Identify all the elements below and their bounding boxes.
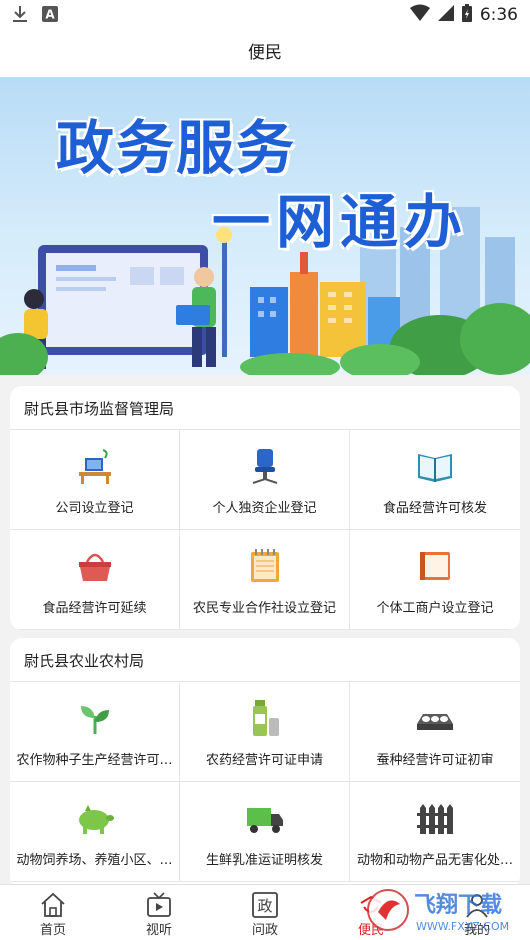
tab-home[interactable]: 首页: [0, 885, 106, 940]
tab-wenzheng[interactable]: 政 问政: [212, 885, 318, 940]
seedling-icon: [80, 706, 109, 734]
service-grid: 公司设立登记 个人独资企业登记 食品经营许可核发 食品经营许可延续 农民专业合作…: [10, 430, 520, 630]
service-item-label: 农作物种子生产经营许可…: [16, 753, 173, 768]
section-agriculture: 尉氏县农业农村局 农作物种子生产经营许可… 农药经营许可证申请 蚕种经营许可证初…: [10, 638, 520, 888]
banner-image[interactable]: 政务服务 一网通办: [0, 77, 530, 375]
office-chair-icon: [252, 449, 277, 484]
tab-label: 问政: [251, 923, 278, 938]
pig-icon: [78, 805, 114, 834]
service-item-food-license-issue[interactable]: 食品经营许可核发: [350, 430, 520, 530]
a-badge-icon: A: [42, 6, 58, 26]
service-item-label: 食品经营许可核发: [382, 501, 487, 516]
section-market-supervision: 尉氏县市场监督管理局 公司设立登记 个人独资企业登记 食品经营许可核发 食品经营…: [10, 386, 520, 630]
notepad-icon: [250, 549, 279, 582]
section-title: 尉氏县市场监督管理局: [10, 386, 520, 430]
wenzheng-icon: 政: [252, 892, 278, 918]
service-item-label: 公司设立登记: [55, 501, 134, 516]
page-title: 便民: [248, 43, 282, 63]
banner-title-line2: 一网通办: [212, 188, 469, 256]
download-icon: [12, 5, 28, 27]
service-item-label: 动物和动物产品无害化处…: [356, 853, 513, 868]
watermark-text-en: WWW.FXXZ.COM: [416, 920, 509, 933]
service-grid: 农作物种子生产经营许可… 农药经营许可证申请 蚕种经营许可证初审 动物饲养场、养…: [10, 682, 520, 882]
service-item-seed-license[interactable]: 农作物种子生产经营许可…: [10, 682, 180, 782]
pesticide-bottle-icon: [252, 700, 279, 736]
service-item-label: 生鲜乳准运证明核发: [205, 853, 323, 868]
tab-label: 首页: [39, 923, 66, 938]
service-item-company-registration[interactable]: 公司设立登记: [10, 430, 180, 530]
service-item-pesticide-license[interactable]: 农药经营许可证申请: [180, 682, 350, 782]
watermark-text-cn: 飞翔下载: [414, 892, 502, 918]
fence-icon: [417, 804, 453, 834]
signal-icon: [437, 4, 454, 26]
service-item-label: 农民专业合作社设立登记: [192, 601, 336, 616]
tv-icon: [147, 892, 171, 917]
status-time: 6:36: [479, 5, 518, 25]
service-item-silkworm-license[interactable]: 蚕种经营许可证初审: [350, 682, 520, 782]
service-item-label: 动物饲养场、养殖小区、…: [16, 853, 173, 868]
tab-media[interactable]: 视听: [106, 885, 212, 940]
service-item-label: 个人独资企业登记: [212, 501, 317, 516]
svg-text:A: A: [45, 8, 55, 22]
home-icon: [41, 892, 65, 917]
service-item-milk-transport[interactable]: 生鲜乳准运证明核发: [180, 782, 350, 882]
title-bar: 便民: [0, 30, 530, 77]
battery-icon: [461, 4, 472, 26]
open-book-icon: [418, 454, 452, 482]
tab-label: 视听: [145, 923, 172, 938]
desk-computer-icon: [78, 449, 111, 484]
service-item-label: 个体工商户设立登记: [376, 601, 494, 616]
shopping-basket-icon: [78, 553, 111, 581]
egg-tray-icon: [417, 714, 453, 730]
service-item-individual-business[interactable]: 个体工商户设立登记: [350, 530, 520, 630]
service-item-animal-harmless-disposal[interactable]: 动物和动物产品无害化处…: [350, 782, 520, 882]
watermark-logo: 飞翔下载 WWW.FXXZ.COM: [364, 882, 524, 938]
truck-icon: [246, 808, 283, 833]
banner-title-line1: 政务服务: [56, 114, 297, 182]
status-bar: A 6:36: [0, 0, 530, 30]
wifi-icon: [409, 4, 430, 26]
service-item-label: 食品经营许可延续: [42, 601, 147, 616]
service-item-animal-farm[interactable]: 动物饲养场、养殖小区、…: [10, 782, 180, 882]
service-item-label: 蚕种经营许可证初审: [376, 753, 494, 768]
section-title: 尉氏县农业农村局: [10, 638, 520, 682]
service-item-label: 农药经营许可证申请: [205, 753, 323, 768]
notebook-icon: [420, 552, 450, 580]
service-item-food-license-renewal[interactable]: 食品经营许可延续: [10, 530, 180, 630]
service-item-sole-proprietorship[interactable]: 个人独资企业登记: [180, 430, 350, 530]
wenzheng-glyph: 政: [257, 897, 272, 915]
service-item-cooperative-registration[interactable]: 农民专业合作社设立登记: [180, 530, 350, 630]
